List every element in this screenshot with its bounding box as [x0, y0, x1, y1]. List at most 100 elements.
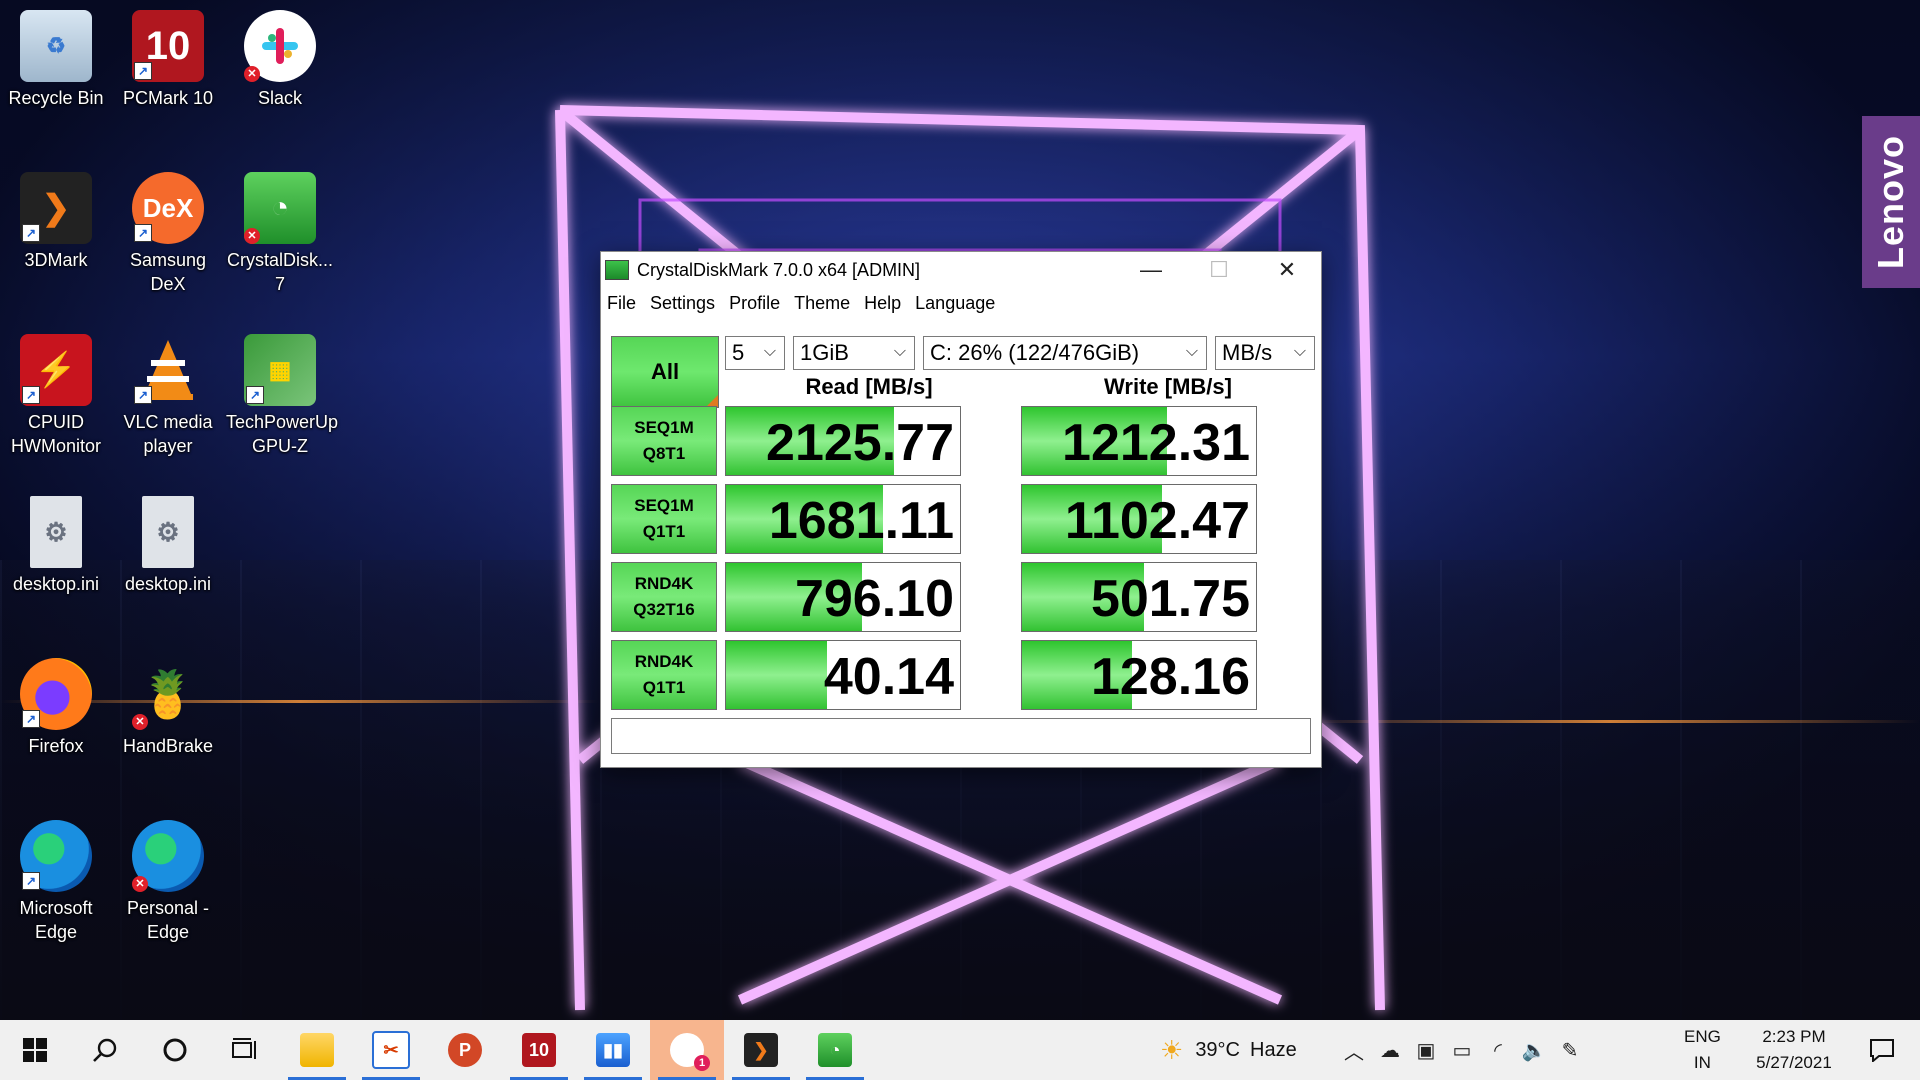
action-center-button[interactable]	[1852, 1020, 1912, 1080]
drive-select[interactable]: C: 26% (122/476GiB) ⌵	[923, 336, 1207, 370]
desktop-icon-hwmonitor[interactable]: ⚡ ↗ CPUID HWMonitor	[2, 328, 110, 458]
test-button-seq1m-q1t1[interactable]: SEQ1M Q1T1	[611, 484, 717, 554]
desktop-icon-personal-edge[interactable]: ✕ Personal - Edge	[114, 814, 222, 944]
taskbar: ✂ P 10 ▮▮ 1 ❯ ◔ ☀ 39°C Haze ︿ ☁ ▣ ▭ ◜ 🔈 …	[0, 1020, 1920, 1080]
crystaldiskmark-icon: ◔ ✕	[244, 172, 316, 244]
lenovo-side-tab[interactable]: Lenovo	[1862, 116, 1920, 288]
test-count-select[interactable]: 5 ⌵	[725, 336, 785, 370]
maximize-button[interactable]: ☐	[1185, 252, 1253, 288]
menu-file[interactable]: File	[607, 293, 636, 314]
desktop-icon-gpuz[interactable]: ▦ ↗ TechPowerUp GPU-Z	[226, 328, 338, 458]
cortana-button[interactable]	[140, 1020, 210, 1080]
battery-icon[interactable]: ▭	[1444, 1020, 1480, 1080]
wifi-icon[interactable]: ◜	[1480, 1020, 1516, 1080]
desktop-icon-desktop-ini-2[interactable]: ⚙ desktop.ini	[114, 490, 222, 596]
crystaldiskmark-app-icon	[605, 260, 629, 280]
desktop-icon-samsung-dex[interactable]: DeX ↗ Samsung DeX	[114, 166, 222, 296]
desktop-icon-3dmark[interactable]: ❯ ↗ 3DMark	[2, 166, 110, 272]
chevron-down-icon: ⌵	[1293, 343, 1306, 360]
desktop-icon-pcmark[interactable]: 10 ↗ PCMark 10	[114, 4, 222, 110]
desktop-icon-label: Personal - Edge	[126, 898, 210, 942]
vlc-icon: ↗	[132, 334, 204, 406]
test-button-rnd4k-q32t16[interactable]: RND4K Q32T16	[611, 562, 717, 632]
read-result-cell: 1681.11	[725, 484, 961, 554]
taskbar-slack[interactable]: 1	[650, 1020, 724, 1080]
unit-select[interactable]: MB/s ⌵	[1215, 336, 1315, 370]
test-button-rnd4k-q1t1[interactable]: RND4K Q1T1	[611, 640, 717, 710]
error-badge-icon: ✕	[132, 876, 148, 892]
menu-settings[interactable]: Settings	[650, 293, 715, 314]
desktop-icon-label: CrystalDisk... 7	[226, 250, 333, 294]
test-name-line2: Q8T1	[642, 444, 686, 463]
test-button-seq1m-q8t1[interactable]: SEQ1M Q8T1	[611, 406, 717, 476]
volume-icon[interactable]: 🔈	[1516, 1020, 1552, 1080]
test-size-select[interactable]: 1GiB ⌵	[793, 336, 915, 370]
start-button[interactable]	[0, 1020, 70, 1080]
shortcut-arrow-icon: ↗	[134, 62, 152, 80]
comment-input[interactable]	[611, 718, 1311, 754]
drive-value: C: 26% (122/476GiB)	[930, 340, 1140, 365]
show-hidden-icons-chevron-icon[interactable]: ︿	[1336, 1020, 1372, 1080]
pen-icon[interactable]: ✎	[1552, 1020, 1588, 1080]
region-code: IN	[1693, 1053, 1711, 1072]
firefox-icon: ↗	[20, 658, 92, 730]
desktop-icon-slack[interactable]: ✕ Slack	[226, 4, 334, 110]
close-button[interactable]: ✕	[1253, 252, 1321, 288]
taskbar-snipping-tool[interactable]: ✂	[354, 1020, 428, 1080]
desktop-icon-label: desktop.ini	[124, 574, 212, 594]
crystaldiskmark-icon: ◔	[818, 1033, 852, 1067]
desktop-icon-crystaldiskmark[interactable]: ◔ ✕ CrystalDisk... 7	[226, 166, 334, 296]
meet-now-icon[interactable]: ▣	[1408, 1020, 1444, 1080]
weather-temperature: 39°C	[1195, 1038, 1240, 1061]
taskbar-pcmark[interactable]: 10	[502, 1020, 576, 1080]
read-result-cell: 40.14	[725, 640, 961, 710]
clock-time: 2:23 PM	[1762, 1027, 1826, 1046]
run-all-button[interactable]: All	[611, 336, 719, 408]
menu-theme[interactable]: Theme	[794, 293, 850, 314]
weather-condition: Haze	[1250, 1038, 1297, 1061]
search-button[interactable]	[70, 1020, 140, 1080]
desktop-icon-vlc[interactable]: ↗ VLC media player	[114, 328, 222, 458]
chart-app-icon: ▮▮	[596, 1033, 630, 1067]
pcmark-icon-text: 10	[145, 23, 191, 68]
minimize-button[interactable]: —	[1117, 252, 1185, 288]
shortcut-arrow-icon: ↗	[22, 710, 40, 728]
desktop-icon-label: Recycle Bin	[8, 88, 104, 108]
desktop-icon-desktop-ini-1[interactable]: ⚙ desktop.ini	[2, 490, 110, 596]
menu-language[interactable]: Language	[915, 293, 995, 314]
run-all-label: All	[650, 359, 680, 384]
notifications-icon	[1870, 1039, 1894, 1062]
settings-file-icon: ⚙	[30, 496, 82, 568]
desktop-icon-firefox[interactable]: ↗ Firefox	[2, 652, 110, 758]
pcmark-icon: 10	[522, 1033, 556, 1067]
weather-widget[interactable]: ☀ 39°C Haze	[1160, 1020, 1297, 1080]
read-result-value: 1681.11	[768, 492, 954, 550]
menu-profile[interactable]: Profile	[729, 293, 780, 314]
input-language-indicator[interactable]: ENG IN	[1684, 1020, 1721, 1080]
shortcut-arrow-icon: ↗	[22, 386, 40, 404]
taskbar-crystaldiskmark[interactable]: ◔	[798, 1020, 872, 1080]
clock[interactable]: 2:23 PM 5/27/2021	[1744, 1020, 1844, 1080]
weather-haze-icon: ☀	[1160, 1034, 1184, 1065]
search-icon	[93, 1038, 117, 1062]
window-titlebar[interactable]: CrystalDiskMark 7.0.0 x64 [ADMIN] — ☐ ✕	[601, 252, 1321, 288]
hwmonitor-icon: ⚡ ↗	[20, 334, 92, 406]
taskbar-3dmark[interactable]: ❯	[724, 1020, 798, 1080]
desktop-icon-handbrake[interactable]: 🍍 ✕ HandBrake	[114, 652, 222, 758]
write-result-cell: 501.75	[1021, 562, 1257, 632]
taskbar-powerpoint[interactable]: P	[428, 1020, 502, 1080]
task-view-button[interactable]	[210, 1020, 280, 1080]
shortcut-arrow-icon: ↗	[22, 224, 40, 242]
window-controls: — ☐ ✕	[1117, 252, 1321, 288]
write-result-value: 1102.47	[1064, 492, 1250, 550]
recycle-bin-icon: ♻	[20, 10, 92, 82]
test-name-line2: Q32T16	[633, 600, 695, 619]
menu-help[interactable]: Help	[864, 293, 901, 314]
taskbar-file-explorer[interactable]	[280, 1020, 354, 1080]
desktop-icon-recycle-bin[interactable]: ♻ Recycle Bin	[2, 4, 110, 110]
onedrive-error-icon[interactable]: ☁	[1372, 1020, 1408, 1080]
taskbar-chart-app[interactable]: ▮▮	[576, 1020, 650, 1080]
3dmark-icon: ❯ ↗	[20, 172, 92, 244]
read-result-value: 2125.77	[766, 414, 954, 472]
desktop-icon-edge[interactable]: ↗ Microsoft Edge	[2, 814, 110, 944]
